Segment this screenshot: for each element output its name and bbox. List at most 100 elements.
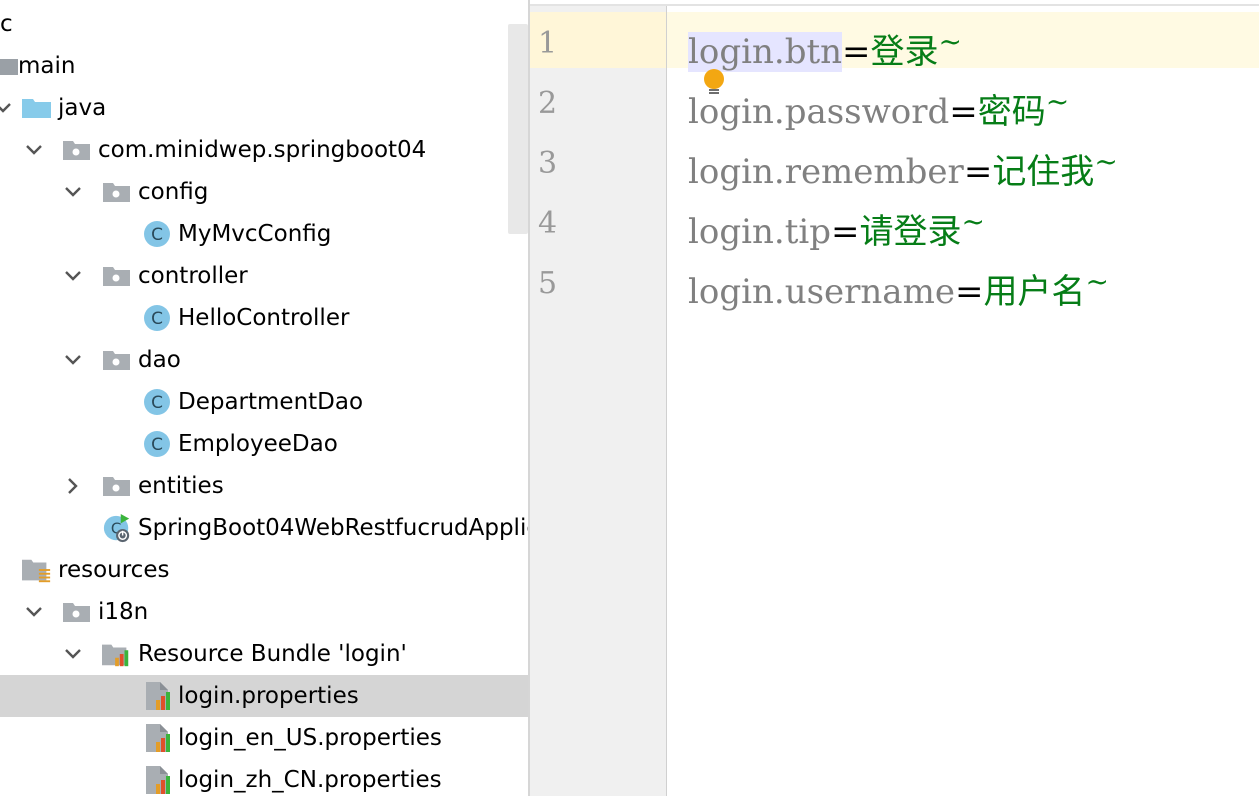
lightbulb-icon[interactable] bbox=[702, 68, 726, 98]
tree-row-hellocontroller[interactable]: C HelloController bbox=[0, 297, 528, 339]
line-number: 2 bbox=[538, 86, 558, 121]
property-key: login.remember bbox=[688, 152, 964, 192]
class-icon: C bbox=[142, 423, 172, 465]
resources-folder-icon bbox=[22, 549, 52, 591]
tree-row-login-properties[interactable]: login.properties bbox=[0, 675, 528, 717]
property-value-suffix: ~ bbox=[1045, 85, 1070, 118]
property-separator: = bbox=[831, 212, 860, 252]
properties-editor[interactable]: 1 2 3 4 5 login.btn=登录~ login.password=密… bbox=[530, 0, 1259, 796]
tree-item-label: com.minidwep.springboot04 bbox=[98, 137, 427, 163]
tree-item-label: Resource Bundle 'login' bbox=[138, 641, 407, 667]
tree-row-controller[interactable]: controller bbox=[0, 255, 528, 297]
chevron-down-icon[interactable] bbox=[23, 591, 45, 633]
line-number: 3 bbox=[538, 146, 558, 181]
package-icon bbox=[62, 129, 92, 171]
tree-row-package-root[interactable]: com.minidwep.springboot04 bbox=[0, 129, 528, 171]
tree-item-label: HelloController bbox=[178, 305, 350, 331]
chevron-down-icon[interactable] bbox=[62, 339, 84, 381]
chevron-down-icon[interactable] bbox=[23, 129, 45, 171]
project-tree[interactable]: c main java com.minidwep.springboot04 co… bbox=[0, 0, 528, 796]
line-number: 1 bbox=[538, 26, 558, 61]
svg-text:C: C bbox=[151, 393, 163, 413]
tree-row-employeedao[interactable]: C EmployeeDao bbox=[0, 423, 528, 465]
tree-item-label: login.properties bbox=[178, 683, 359, 709]
property-value-suffix: ~ bbox=[1094, 145, 1118, 178]
tree-row-java[interactable]: java bbox=[0, 87, 528, 129]
tree-row-src[interactable]: c bbox=[0, 3, 528, 45]
tree-item-label: dao bbox=[138, 347, 181, 373]
code-line[interactable]: login.tip=请登录~ bbox=[688, 192, 985, 252]
chevron-down-icon[interactable] bbox=[0, 87, 14, 129]
tree-item-label: controller bbox=[138, 263, 248, 289]
tree-item-label: java bbox=[58, 95, 107, 121]
spring-boot-class-icon: C bbox=[102, 507, 132, 549]
class-icon: C bbox=[142, 213, 172, 255]
tree-row-mymvcconfig[interactable]: C MyMvcConfig bbox=[0, 213, 528, 255]
tree-item-label: EmployeeDao bbox=[178, 431, 338, 457]
tree-row-departmentdao[interactable]: C DepartmentDao bbox=[0, 381, 528, 423]
svg-text:C: C bbox=[151, 435, 163, 455]
code-line[interactable]: login.username=用户名~ bbox=[688, 252, 1109, 312]
resource-bundle-icon bbox=[102, 633, 132, 675]
code-line[interactable]: login.remember=记住我~ bbox=[688, 132, 1118, 192]
tree-row-login-en-us-properties[interactable]: login_en_US.properties bbox=[0, 717, 528, 759]
tree-row-main[interactable]: main bbox=[0, 45, 528, 87]
tree-row-resources[interactable]: resources bbox=[0, 549, 528, 591]
property-key: login.tip bbox=[688, 212, 831, 252]
folder-blue-icon bbox=[22, 87, 52, 129]
property-separator: = bbox=[842, 32, 871, 72]
property-key: login.btn bbox=[688, 32, 843, 72]
class-icon: C bbox=[142, 297, 172, 339]
property-value: 用户名 bbox=[983, 272, 1086, 312]
property-separator: = bbox=[954, 272, 984, 312]
property-value: 记住我 bbox=[992, 152, 1095, 192]
package-icon bbox=[62, 591, 92, 633]
tree-item-label: login_zh_CN.properties bbox=[178, 767, 442, 793]
package-icon bbox=[102, 339, 132, 381]
chevron-down-icon[interactable] bbox=[62, 171, 84, 213]
chevron-down-icon[interactable] bbox=[62, 255, 84, 297]
package-icon bbox=[102, 465, 132, 507]
tree-item-label: SpringBoot04WebRestfucrudApplication bbox=[138, 515, 528, 541]
tree-item-label: main bbox=[18, 53, 76, 79]
tree-item-label: resources bbox=[58, 557, 170, 583]
properties-file-icon bbox=[144, 717, 174, 759]
tree-item-label: c bbox=[0, 11, 13, 37]
properties-file-icon bbox=[144, 675, 174, 717]
code-line[interactable]: login.password=密码~ bbox=[688, 72, 1069, 132]
property-separator: = bbox=[963, 152, 993, 192]
line-number: 5 bbox=[538, 266, 558, 301]
tree-item-label: MyMvcConfig bbox=[178, 221, 332, 247]
package-icon bbox=[102, 255, 132, 297]
tree-row-config[interactable]: config bbox=[0, 171, 528, 213]
properties-file-icon bbox=[144, 759, 174, 796]
package-icon bbox=[102, 171, 132, 213]
class-icon: C bbox=[142, 381, 172, 423]
property-value: 登录 bbox=[870, 32, 939, 72]
property-key: login.username bbox=[688, 272, 955, 312]
tree-row-i18n[interactable]: i18n bbox=[0, 591, 528, 633]
ide-window: c main java com.minidwep.springboot04 co… bbox=[0, 0, 1259, 796]
tree-item-label: config bbox=[138, 179, 209, 205]
svg-text:C: C bbox=[151, 309, 163, 329]
property-key: login.password bbox=[688, 92, 950, 132]
tree-row-dao[interactable]: dao bbox=[0, 339, 528, 381]
tree-row-spring-application[interactable]: C SpringBoot04WebRestfucrudApplication bbox=[0, 507, 528, 549]
tree-item-label: i18n bbox=[98, 599, 149, 625]
tree-row-login-zh-cn-properties[interactable]: login_zh_CN.properties bbox=[0, 759, 528, 796]
code-line[interactable]: login.btn=登录~ bbox=[688, 12, 962, 72]
chevron-right-icon[interactable] bbox=[62, 465, 84, 507]
chevron-down-icon[interactable] bbox=[62, 633, 84, 675]
tree-row-entities[interactable]: entities bbox=[0, 465, 528, 507]
line-number: 4 bbox=[538, 206, 558, 241]
tree-item-label: entities bbox=[138, 473, 224, 499]
property-value-suffix: ~ bbox=[938, 25, 962, 58]
property-value-suffix: ~ bbox=[961, 205, 985, 238]
property-separator: = bbox=[949, 92, 978, 132]
property-value: 请登录 bbox=[859, 212, 962, 252]
property-value: 密码 bbox=[977, 92, 1046, 132]
tree-row-resource-bundle[interactable]: Resource Bundle 'login' bbox=[0, 633, 528, 675]
tree-item-label: login_en_US.properties bbox=[178, 725, 442, 751]
tree-scrollbar[interactable] bbox=[508, 24, 528, 234]
svg-text:C: C bbox=[151, 225, 163, 245]
